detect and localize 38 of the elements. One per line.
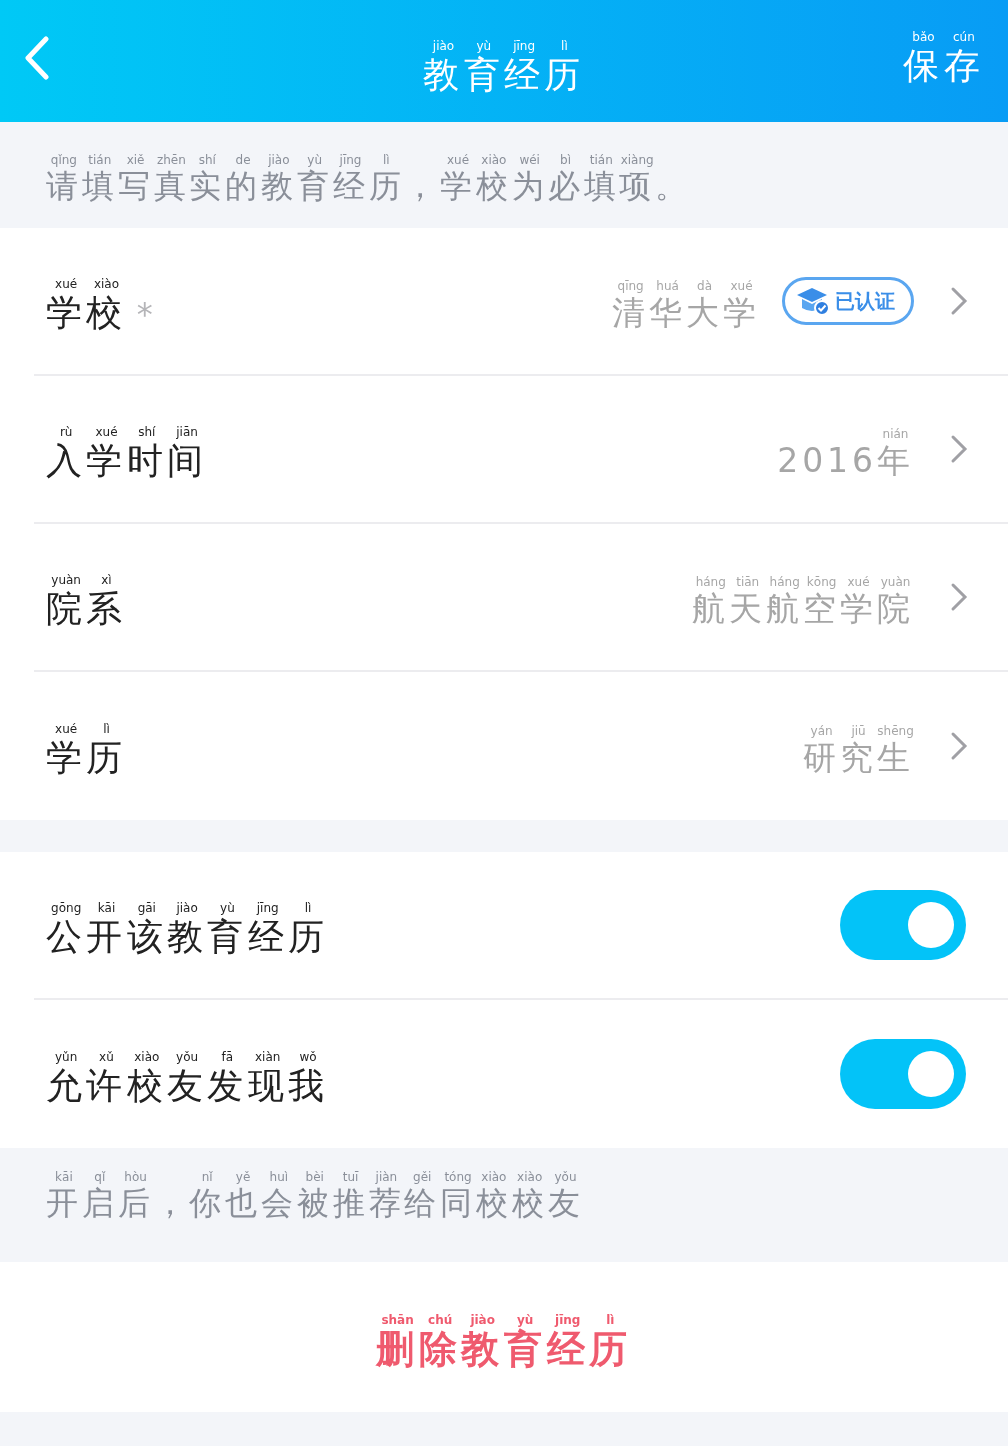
- graduation-cap-icon: [795, 286, 831, 316]
- toggle-label: 允许校友发现我: [46, 1065, 329, 1107]
- chevron-right-icon: [950, 434, 968, 464]
- hint-text-pinyin: qǐng tián xiě zhēn shí de jiào yù jīng lì xué xiào wéi bì tián xiàng: [49, 152, 655, 169]
- field-value-pinyin: yán jiū shēng: [809, 722, 914, 739]
- toggle-label-pinyin: yǔn xǔ xiào yǒu fā xiàn wǒ: [54, 1049, 318, 1066]
- field-value: 清华大学: [612, 293, 760, 332]
- note-text-pinyin: kāi qǐ hòu nǐ yě huì bèi tuī jiàn gěi tóng xiào xiào yǒu: [54, 1169, 578, 1185]
- back-icon[interactable]: [24, 36, 50, 80]
- note-text: 开启后，你也会被推荐给同校校友: [46, 1185, 584, 1222]
- field-label-pinyin: xué lì: [54, 721, 111, 738]
- field-label: 学校: [46, 292, 127, 334]
- field-label: 学历: [46, 737, 127, 779]
- field-value: 2016年: [777, 441, 914, 480]
- field-label: 院系: [46, 588, 127, 630]
- field-value-pinyin: háng tiān háng kōng xué yuàn: [694, 573, 912, 590]
- field-label: 入学时间: [46, 440, 208, 482]
- form-row[interactable]: yuàn xì 院系 háng tiān háng kōng xué yuàn 航天航空学院: [34, 524, 1008, 672]
- verified-badge: 已认证: [782, 277, 914, 325]
- form-row[interactable]: xué xiào 学校 * qīng huá dà xué 清华大学 已认证: [34, 228, 1008, 376]
- form-row[interactable]: xué lì 学历 yán jiū shēng 研究生: [34, 672, 1008, 820]
- chevron-right-icon: [950, 731, 968, 761]
- field-label-pinyin: xué xiào: [54, 276, 121, 293]
- field-label-pinyin: rù xué shí jiān: [58, 424, 199, 441]
- form-row[interactable]: rù xué shí jiān 入学时间 nián 2016年: [34, 376, 1008, 524]
- hint-text: 请填写真实的教育经历，学校为必填项。: [46, 168, 692, 205]
- field-value-pinyin: qīng huá dà xué: [616, 277, 754, 294]
- chevron-right-icon: [950, 582, 968, 612]
- chevron-right-icon: [950, 286, 968, 316]
- required-mark: *: [136, 293, 153, 334]
- page-title-pinyin: jiào yù jīng lì: [431, 38, 569, 54]
- field-value-pinyin: nián: [881, 425, 910, 442]
- field-value: 航天航空学院: [692, 589, 914, 628]
- page-title: 教育经历: [423, 54, 585, 96]
- field-value: 研究生: [803, 738, 914, 777]
- field-label-pinyin: yuàn xì: [50, 572, 113, 589]
- toggle-label: 公开该教育经历: [46, 916, 329, 958]
- toggle-label-pinyin: gōng kāi gāi jiào yù jīng lì: [50, 900, 313, 917]
